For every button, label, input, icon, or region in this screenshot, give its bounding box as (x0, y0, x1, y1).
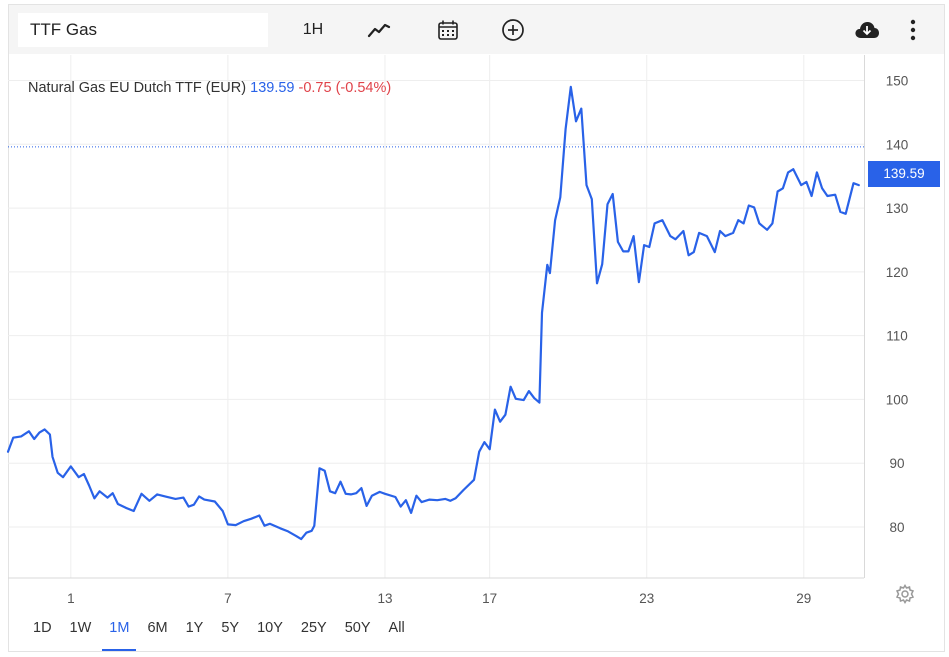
chart-series (6, 85, 864, 541)
series-line (6, 85, 860, 541)
range-button-5y[interactable]: 5Y (214, 614, 246, 644)
range-button-1m[interactable]: 1M (102, 614, 137, 651)
range-button-50y[interactable]: 50Y (338, 614, 378, 644)
chart-legend: Natural Gas EU Dutch TTF (EUR) 139.59 -0… (28, 80, 391, 96)
y-tick-label: 130 (886, 201, 909, 216)
range-button-25y[interactable]: 25Y (294, 614, 334, 644)
x-tick-label: 1 (67, 591, 75, 606)
x-tick-label: 13 (377, 591, 392, 606)
y-tick-label: 120 (886, 265, 909, 280)
chart-axes: 80901001101201301401501 7 13 17 23 29 (8, 55, 908, 606)
legend-change: -0.75 (-0.54%) (298, 80, 392, 96)
x-tick-label: 7 (224, 591, 232, 606)
y-tick-label: 80 (889, 520, 904, 535)
gear-icon[interactable] (895, 584, 915, 604)
x-tick-label: 17 (482, 591, 497, 606)
x-tick-label: 23 (639, 591, 654, 606)
range-button-1y[interactable]: 1Y (179, 614, 211, 644)
range-selector: 1D 1W 1M 6M 1Y 5Y 10Y 25Y 50Y All (26, 614, 416, 651)
y-tick-label: 150 (886, 74, 909, 89)
y-tick-label: 140 (886, 137, 909, 152)
last-price-tag: 139.59 (868, 161, 940, 187)
price-chart[interactable]: 80901001101201301401501 7 13 17 23 29 (0, 0, 949, 657)
y-tick-label: 90 (889, 456, 904, 471)
x-tick-label: 29 (796, 591, 811, 606)
instrument-name: Natural Gas EU Dutch TTF (EUR) (28, 80, 247, 96)
y-tick-label: 100 (886, 392, 909, 407)
legend-price: 139.59 (250, 80, 295, 96)
range-button-1d[interactable]: 1D (26, 614, 59, 644)
range-button-all[interactable]: All (382, 614, 412, 644)
y-tick-label: 110 (886, 329, 908, 344)
range-button-6m[interactable]: 6M (140, 614, 174, 644)
range-button-10y[interactable]: 10Y (250, 614, 290, 644)
range-button-1w[interactable]: 1W (63, 614, 99, 644)
